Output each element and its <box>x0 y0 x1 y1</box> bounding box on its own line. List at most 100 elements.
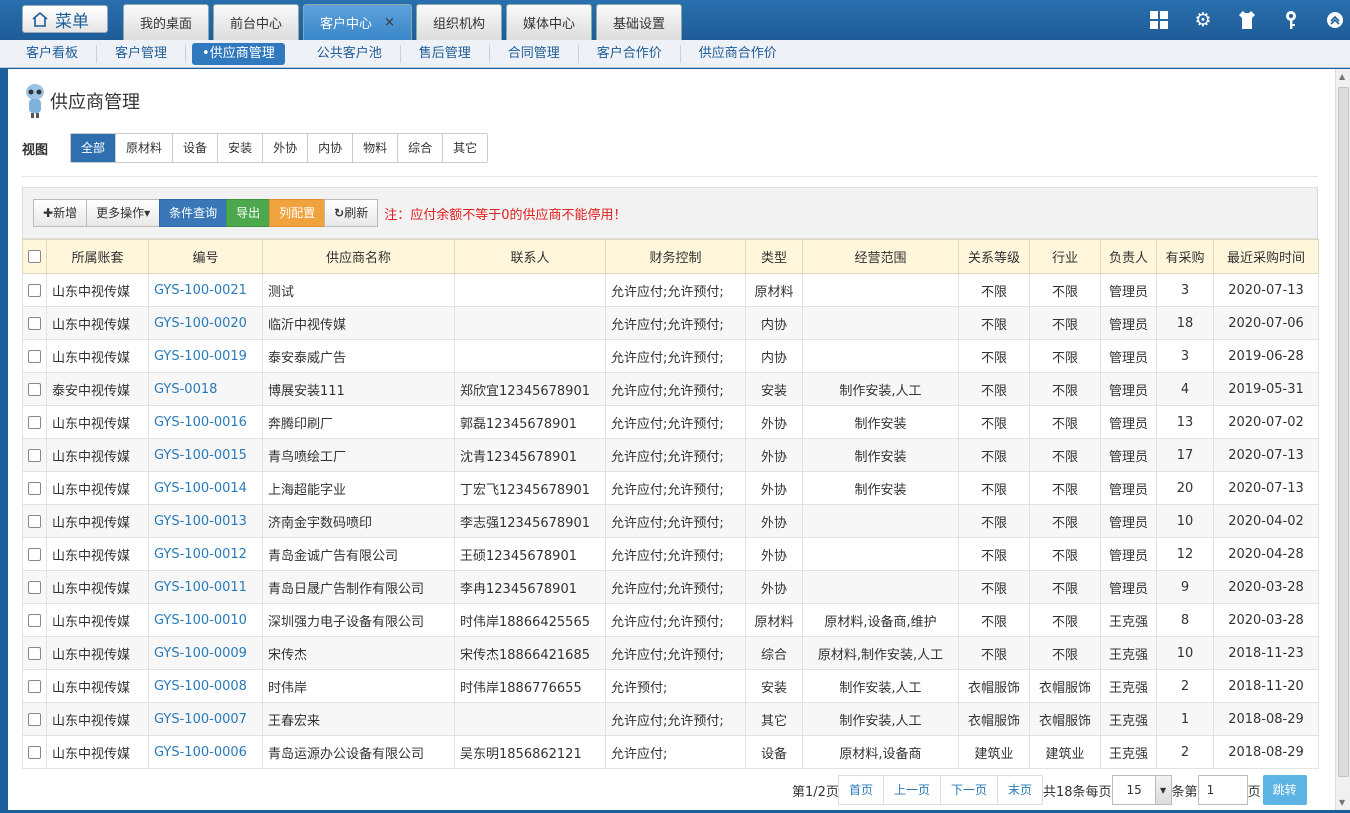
table-row[interactable]: 山东中视传媒 GYS-100-0020 临沂中视传媒 允许应付;允许预付; 内协 不限 不限… <box>22 306 1319 340</box>
tab-front-center[interactable]: 前台中心 <box>213 4 300 40</box>
code-cell[interactable]: GYS-100-0016 <box>148 405 263 439</box>
row-checkbox[interactable] <box>28 712 41 726</box>
table-row[interactable]: 山东中视传媒 GYS-100-0011 青岛日晟广告制作有限公司 李冉12345678… <box>22 570 1319 604</box>
refresh-button[interactable]: ↻刷新 <box>324 199 379 227</box>
gear-icon[interactable]: ⚙ <box>1188 8 1218 32</box>
col-header[interactable]: 行业 <box>1029 239 1101 274</box>
row-select-cell[interactable] <box>22 636 47 670</box>
table-row[interactable]: 山东中视传媒 GYS-100-0014 上海超能字业 丁宏飞12345678901 允许… <box>22 471 1319 505</box>
table-row[interactable]: 山东中视传媒 GYS-100-0009 宋传杰 宋传杰18866421685 允许应付;… <box>22 636 1319 670</box>
next-page-button[interactable]: 下一页 <box>939 775 998 805</box>
row-select-cell[interactable] <box>22 702 47 736</box>
scroll-thumb[interactable] <box>1338 87 1349 777</box>
col-header[interactable]: 关系等级 <box>958 239 1030 274</box>
code-cell[interactable]: GYS-100-0020 <box>148 306 263 340</box>
key-icon[interactable] <box>1276 8 1306 32</box>
col-header[interactable]: 联系人 <box>454 239 606 274</box>
close-icon[interactable]: × <box>384 15 395 30</box>
row-checkbox[interactable] <box>28 745 41 759</box>
subnav-contract-management[interactable]: 合同管理 <box>490 44 579 63</box>
menu-button[interactable]: 菜单 <box>22 5 108 33</box>
subnav-after-sales[interactable]: 售后管理 <box>401 44 490 63</box>
view-tab-all[interactable]: 全部 <box>71 134 117 162</box>
row-checkbox[interactable] <box>28 646 41 660</box>
page-size-select[interactable]: 15 ▼ <box>1111 775 1172 805</box>
prev-page-button[interactable]: 上一页 <box>882 775 941 805</box>
view-tab-outsourcing[interactable]: 外协 <box>263 134 309 162</box>
code-cell[interactable]: GYS-100-0011 <box>148 570 263 604</box>
row-select-cell[interactable] <box>22 570 47 604</box>
table-row[interactable]: 山东中视传媒 GYS-100-0012 青岛金诚广告有限公司 王硕1234567890… <box>22 537 1319 571</box>
row-checkbox[interactable] <box>28 547 41 561</box>
row-select-cell[interactable] <box>22 306 47 340</box>
subnav-supplier-management[interactable]: •供应商管理 <box>192 42 285 65</box>
row-checkbox[interactable] <box>28 613 41 627</box>
row-select-cell[interactable] <box>22 735 47 769</box>
row-checkbox[interactable] <box>28 382 41 396</box>
code-cell[interactable]: GYS-100-0006 <box>148 735 263 769</box>
row-select-cell[interactable] <box>22 273 47 307</box>
col-header[interactable]: 最近采购时间 <box>1213 239 1319 274</box>
last-page-button[interactable]: 末页 <box>996 775 1043 805</box>
tab-desktop[interactable]: 我的桌面 <box>123 4 210 40</box>
tab-organization[interactable]: 组织机构 <box>415 4 502 40</box>
col-header[interactable]: 财务控制 <box>605 239 746 274</box>
view-tab-raw-material[interactable]: 原材料 <box>116 134 174 162</box>
code-cell[interactable]: GYS-100-0007 <box>148 702 263 736</box>
code-cell[interactable]: GYS-0018 <box>148 372 263 406</box>
col-header[interactable]: 编号 <box>148 239 263 274</box>
row-select-cell[interactable] <box>22 603 47 637</box>
table-row[interactable]: 山东中视传媒 GYS-100-0021 测试 允许应付;允许预付; 原材料 不限 不限 管理员… <box>22 273 1319 307</box>
row-checkbox[interactable] <box>28 283 41 297</box>
add-button[interactable]: ✚新增 <box>33 199 88 227</box>
col-header[interactable]: 负责人 <box>1100 239 1157 274</box>
code-cell[interactable]: GYS-100-0009 <box>148 636 263 670</box>
subnav-customer-dashboard[interactable]: 客户看板 <box>8 44 98 63</box>
layout-icon[interactable] <box>1144 8 1174 32</box>
table-row[interactable]: 山东中视传媒 GYS-100-0008 时伟岸 时伟岸1886776655 允许预付; 安… <box>22 669 1319 703</box>
view-tab-installation[interactable]: 安装 <box>218 134 264 162</box>
more-actions-button[interactable]: 更多操作▾ <box>86 199 161 227</box>
row-checkbox[interactable] <box>28 481 41 495</box>
col-header[interactable]: 所属账套 <box>46 239 149 274</box>
select-all-cell[interactable] <box>22 239 47 274</box>
code-cell[interactable]: GYS-100-0015 <box>148 438 263 472</box>
view-tab-materials[interactable]: 物料 <box>353 134 399 162</box>
code-cell[interactable]: GYS-100-0013 <box>148 504 263 538</box>
code-cell[interactable]: GYS-100-0012 <box>148 537 263 571</box>
export-button[interactable]: 导出 <box>226 199 271 227</box>
first-page-button[interactable]: 首页 <box>837 775 884 805</box>
subnav-customer-price[interactable]: 客户合作价 <box>579 44 681 63</box>
scroll-up-icon[interactable]: ▲ <box>1339 72 1345 81</box>
row-select-cell[interactable] <box>22 438 47 472</box>
tab-basic-settings[interactable]: 基础设置 <box>595 4 682 40</box>
shirt-icon[interactable] <box>1232 8 1262 32</box>
tab-customer-center[interactable]: 客户中心 × <box>303 4 412 40</box>
subnav-customer-management[interactable]: 客户管理 <box>97 44 187 63</box>
row-select-cell[interactable] <box>22 339 47 373</box>
subnav-supplier-price[interactable]: 供应商合作价 <box>681 45 795 63</box>
table-row[interactable]: 山东中视传媒 GYS-100-0007 王春宏来 允许应付;允许预付; 其它 制作安装,人… <box>22 702 1319 736</box>
col-header[interactable]: 经营范围 <box>802 239 959 274</box>
view-tab-internal[interactable]: 内协 <box>308 134 354 162</box>
row-checkbox[interactable] <box>28 679 41 693</box>
code-cell[interactable]: GYS-100-0014 <box>148 471 263 505</box>
query-button[interactable]: 条件查询 <box>159 199 228 227</box>
table-row[interactable]: 泰安中视传媒 GYS-0018 博展安装111 郑欣宜12345678901 允许应付;… <box>22 372 1319 406</box>
chevron-down-icon[interactable]: ▼ <box>1154 776 1171 804</box>
table-row[interactable]: 山东中视传媒 GYS-100-0015 青鸟喷绘工厂 沈青12345678901 允许应… <box>22 438 1319 472</box>
scroll-down-icon[interactable]: ▼ <box>1339 798 1345 807</box>
code-cell[interactable]: GYS-100-0019 <box>148 339 263 373</box>
col-header[interactable]: 类型 <box>745 239 803 274</box>
code-cell[interactable]: GYS-100-0008 <box>148 669 263 703</box>
vertical-scrollbar[interactable]: ▲ ▼ <box>1335 69 1350 810</box>
row-select-cell[interactable] <box>22 471 47 505</box>
row-checkbox[interactable] <box>28 316 41 330</box>
row-checkbox[interactable] <box>28 448 41 462</box>
table-row[interactable]: 山东中视传媒 GYS-100-0013 济南金宇数码喷印 李志强12345678901… <box>22 504 1319 538</box>
table-row[interactable]: 山东中视传媒 GYS-100-0010 深圳强力电子设备有限公司 时伟岸1886642… <box>22 603 1319 637</box>
tab-media-center[interactable]: 媒体中心 <box>505 4 592 40</box>
subnav-public-pool[interactable]: 公共客户池 <box>299 44 401 63</box>
column-config-button[interactable]: 列配置 <box>269 199 326 227</box>
view-tab-comprehensive[interactable]: 综合 <box>398 134 444 162</box>
